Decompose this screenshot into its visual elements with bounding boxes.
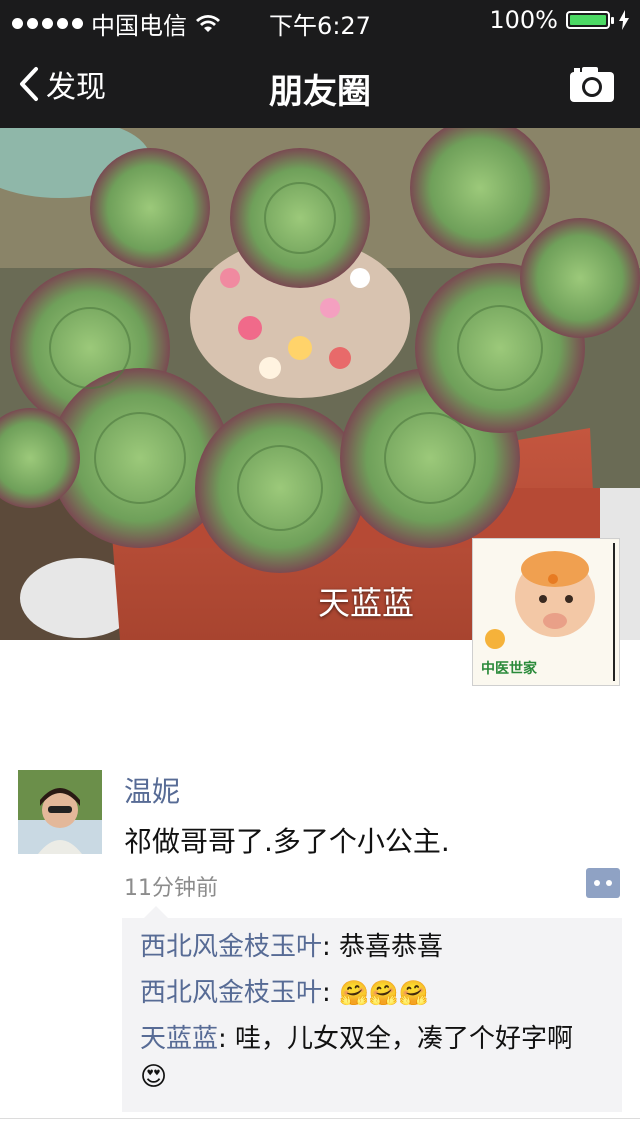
comment-separator: : <box>322 932 340 962</box>
svg-text:中医世家: 中医世家 <box>481 660 538 677</box>
profile-avatar[interactable]: 中医世家 <box>472 538 620 686</box>
comment-author[interactable]: 西北风金枝玉叶 <box>140 932 322 962</box>
cover-user-name[interactable]: 天蓝蓝 <box>318 578 414 624</box>
status-bar: 中国电信 下午6:27 100% <box>0 0 640 40</box>
more-actions-icon[interactable] <box>586 868 620 898</box>
feed-divider <box>0 1118 640 1119</box>
page-title: 朋友圈 <box>269 72 371 112</box>
battery-icon <box>566 11 614 29</box>
comment-item[interactable]: 西北风金枝玉叶: 🤗🤗🤗 <box>122 972 622 1018</box>
comment-author[interactable]: 天蓝蓝 <box>140 1024 218 1054</box>
comment-text: 恭喜恭喜 <box>339 932 444 962</box>
comments-box: 西北风金枝玉叶: 恭喜恭喜 西北风金枝玉叶: 🤗🤗🤗 天蓝蓝: 哇，儿女双全，凑… <box>122 906 622 1112</box>
battery-area: 100% <box>489 6 630 34</box>
charging-icon <box>619 10 629 30</box>
author-photo <box>18 770 102 854</box>
comment-item[interactable]: 天蓝蓝: 哇，儿女双全，凑了个好字啊 😍 <box>122 1018 622 1102</box>
camera-icon[interactable] <box>568 64 616 104</box>
baby-avatar-image: 中医世家 <box>473 539 619 685</box>
post-text: 祁做哥哥了.多了个小公主. <box>124 825 450 858</box>
navigation-bar: 发现 朋友圈 <box>0 40 640 128</box>
author-name[interactable]: 温妮 <box>124 770 180 810</box>
battery-percent: 100% <box>489 6 558 34</box>
comment-separator: : <box>322 978 340 1008</box>
comment-item[interactable]: 西北风金枝玉叶: 恭喜恭喜 <box>122 926 622 972</box>
author-avatar[interactable] <box>18 770 102 854</box>
comment-separator: : <box>218 1024 236 1054</box>
comment-author[interactable]: 西北风金枝玉叶 <box>140 978 322 1008</box>
post-time: 11分钟前 <box>124 876 218 901</box>
comment-text: 🤗🤗🤗 <box>339 979 429 1007</box>
